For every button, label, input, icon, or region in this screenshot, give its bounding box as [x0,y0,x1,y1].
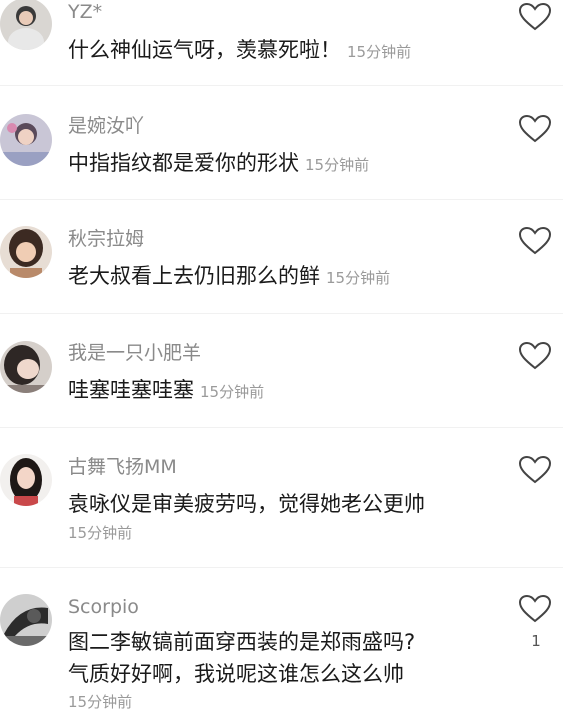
comment-item: 秋宗拉姆 老大叔看上去仍旧那么的鲜 15分钟前 [0,200,563,314]
comment-time: 15分钟前 [305,156,370,174]
avatar[interactable] [0,594,52,646]
avatar[interactable] [0,226,52,278]
heart-outline-icon[interactable] [518,455,552,485]
avatar[interactable] [0,454,52,506]
avatar[interactable] [0,341,52,393]
comment-text: 老大叔看上去仍旧那么的鲜 15分钟前 [68,260,493,294]
comment-username[interactable]: 秋宗拉姆 [68,227,144,251]
comment-username[interactable]: Scorpio [68,595,139,619]
avatar[interactable] [0,114,52,166]
comment-time: 15分钟前 [68,524,133,542]
comment-item: 我是一只小肥羊 哇塞哇塞哇塞 15分钟前 [0,314,563,428]
comment-item: 古舞飞扬MM 袁咏仪是审美疲劳吗，觉得她老公更帅 15分钟前 [0,428,563,568]
comment-username[interactable]: 我是一只小肥羊 [68,341,201,365]
comment-text: 袁咏仪是审美疲劳吗，觉得她老公更帅 [68,488,493,520]
like-count: 1 [531,632,541,650]
comment-body: 袁咏仪是审美疲劳吗，觉得她老公更帅 [68,492,425,516]
comment-item: 是婉汝吖 中指指纹都是爱你的形状 15分钟前 [0,86,563,200]
comment-item: Scorpio 图二李敏镐前面穿西装的是郑雨盛吗? 气质好好啊，我说呢这谁怎么这… [0,568,563,711]
comment-body: 什么神仙运气呀，羡慕死啦！ [68,38,341,62]
heart-outline-icon[interactable] [518,594,552,624]
heart-outline-icon[interactable] [518,226,552,256]
comment-text-line-1: 图二李敏镐前面穿西装的是郑雨盛吗? [68,630,416,654]
comment-username[interactable]: YZ* [68,0,102,24]
heart-outline-icon[interactable] [518,341,552,371]
comment-time: 15分钟前 [200,383,265,401]
comment-item: YZ* 什么神仙运气呀，羡慕死啦！ 15分钟前 [0,0,563,86]
heart-outline-icon[interactable] [518,2,552,32]
comment-body: 哇塞哇塞哇塞 [68,378,194,402]
comment-time: 15分钟前 [68,693,133,711]
comment-username[interactable]: 是婉汝吖 [68,114,144,138]
comment-text: 哇塞哇塞哇塞 15分钟前 [68,374,493,408]
comment-body: 中指指纹都是爱你的形状 [68,151,299,175]
heart-outline-icon[interactable] [518,114,552,144]
avatar[interactable] [0,0,52,50]
comment-text-line-2: 气质好好啊，我说呢这谁怎么这么帅 [68,662,404,686]
comment-text: 什么神仙运气呀，羡慕死啦！ 15分钟前 [68,34,493,68]
comment-text: 中指指纹都是爱你的形状 15分钟前 [68,147,493,181]
comment-username[interactable]: 古舞飞扬MM [68,455,177,479]
comment-time: 15分钟前 [326,269,391,287]
comment-body: 老大叔看上去仍旧那么的鲜 [68,264,320,288]
comment-time: 15分钟前 [347,43,412,61]
